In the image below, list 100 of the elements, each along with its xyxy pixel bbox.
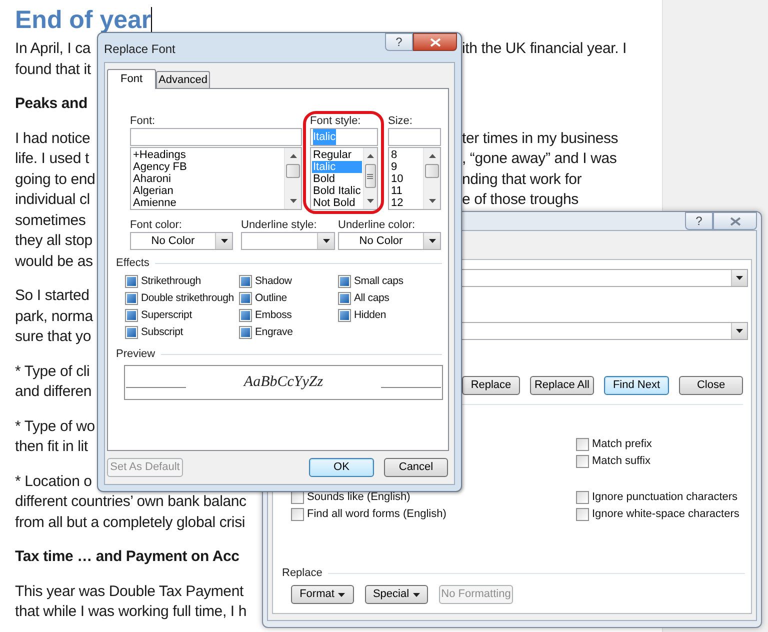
help-button[interactable]: ? <box>385 33 413 51</box>
list-item[interactable]: 11 <box>390 185 422 197</box>
body-text: that while I was working full time, I h <box>15 602 246 622</box>
body-text: sure that yo <box>15 327 91 347</box>
section-heading: Peaks and <box>15 94 88 114</box>
section-label: Preview <box>116 347 156 361</box>
dropdown[interactable]: No Color <box>130 232 233 250</box>
button[interactable]: Replace <box>462 376 520 395</box>
body-text: different countries’ own bank balanc <box>15 492 246 512</box>
checkbox[interactable] <box>291 508 304 521</box>
up-arrow-icon <box>290 154 296 158</box>
checkbox[interactable] <box>291 491 304 504</box>
checkbox-label: Engrave <box>255 324 293 340</box>
caret-icon <box>338 592 346 596</box>
list-item[interactable]: Agency FB <box>132 161 283 173</box>
checkbox-label: Ignore punctuation characters <box>592 490 738 506</box>
body-text: life. I used t <box>15 149 89 169</box>
list-item[interactable]: +Headings <box>132 149 283 161</box>
field-label: Font style: <box>310 114 362 128</box>
checkbox[interactable] <box>239 275 252 288</box>
close-button[interactable] <box>413 33 457 51</box>
body-text: nding that work for <box>462 170 582 190</box>
list-item[interactable]: 10 <box>390 173 422 185</box>
text-field[interactable] <box>130 128 302 146</box>
list-item[interactable]: Regular <box>312 149 362 161</box>
button[interactable]: Replace All <box>530 376 594 395</box>
list-item[interactable]: Bold <box>312 173 362 185</box>
checkbox[interactable] <box>125 275 138 288</box>
button[interactable]: OK <box>309 458 374 477</box>
caret-icon <box>736 329 743 333</box>
checkbox-label: Strikethrough <box>141 274 201 289</box>
window-title: Replace Font <box>103 41 176 58</box>
button[interactable]: Special <box>365 585 428 604</box>
checkbox[interactable] <box>576 491 589 504</box>
checkbox[interactable] <box>576 508 589 521</box>
dropdown[interactable]: No Color <box>338 232 441 250</box>
list-item[interactable]: 8 <box>390 149 422 161</box>
checkbox[interactable] <box>338 309 351 322</box>
field-label: Underline color: <box>338 218 416 232</box>
checkbox[interactable] <box>576 455 589 468</box>
close-button[interactable] <box>713 212 757 230</box>
field-label: Size: <box>388 114 414 128</box>
tab[interactable]: Advanced <box>156 71 210 88</box>
button[interactable]: Close <box>679 376 743 395</box>
body-text: I had notice <box>15 128 90 148</box>
body-text: then fit in lit <box>15 437 88 457</box>
down-arrow-icon <box>428 199 436 203</box>
field-label: Font: <box>130 114 156 128</box>
body-text: ith the UK financial year. I <box>462 39 626 59</box>
checkbox[interactable] <box>576 438 589 451</box>
body-text: would be as <box>15 252 93 272</box>
text-field[interactable] <box>388 128 441 146</box>
field-label: Underline style: <box>241 218 318 232</box>
button[interactable]: Cancel <box>384 458 448 477</box>
scrollbar[interactable] <box>423 148 440 209</box>
body-text: So I started <box>15 286 90 306</box>
preview-text: AaBbCcYyZz <box>242 373 324 392</box>
checkbox[interactable] <box>338 292 351 305</box>
body-text: found that it <box>15 60 91 80</box>
scrollbar[interactable] <box>362 148 377 209</box>
body-text: individual cl <box>15 190 90 210</box>
body-text: going to end <box>15 170 96 190</box>
checkbox-label: All caps <box>354 290 390 306</box>
checkbox-label: Hidden <box>354 308 386 323</box>
list-item[interactable]: Bold Italic <box>312 185 362 197</box>
caret-icon <box>413 592 420 596</box>
list-item[interactable]: Algerian <box>132 185 283 197</box>
checkbox[interactable] <box>239 309 252 322</box>
checkbox[interactable] <box>125 326 138 339</box>
list-item[interactable]: Aharoni <box>132 173 283 185</box>
checkbox[interactable] <box>125 292 138 305</box>
section-heading: Tax time … and Payment on Acc <box>15 547 240 567</box>
checkbox-label: Ignore white-space characters <box>592 507 740 522</box>
caret-icon <box>736 276 743 280</box>
caret-icon <box>220 239 228 243</box>
body-text: e of those troughs <box>462 190 578 210</box>
checkbox[interactable] <box>239 326 252 339</box>
list-item[interactable]: 12 <box>390 197 422 209</box>
document-title: End of year <box>15 7 152 33</box>
down-arrow-icon <box>290 199 296 203</box>
tab[interactable]: Font <box>107 69 156 89</box>
section-label: Replace <box>282 566 322 580</box>
list-item[interactable]: 9 <box>390 161 422 173</box>
scrollbar[interactable] <box>284 148 301 209</box>
body-text: from all but a completely global crisi <box>15 512 245 532</box>
list-item[interactable]: Amienne <box>132 197 283 209</box>
checkbox-label: Sounds like (English) <box>307 490 410 506</box>
button[interactable]: Format <box>291 585 354 604</box>
checkbox[interactable] <box>338 275 351 288</box>
checkbox[interactable] <box>239 292 252 305</box>
body-text: sometimes <box>15 210 86 230</box>
body-text: * Type of cli <box>15 362 90 382</box>
down-arrow-icon <box>366 199 374 203</box>
help-button[interactable]: ? <box>685 212 713 230</box>
list-item[interactable]: Not Bold <box>312 197 362 209</box>
button[interactable]: Find Next <box>604 376 669 395</box>
body-text: This year was Double Tax Payment <box>15 582 244 602</box>
checkbox-label: Shadow <box>255 274 292 289</box>
checkbox[interactable] <box>125 309 138 322</box>
caret-icon <box>428 239 436 243</box>
